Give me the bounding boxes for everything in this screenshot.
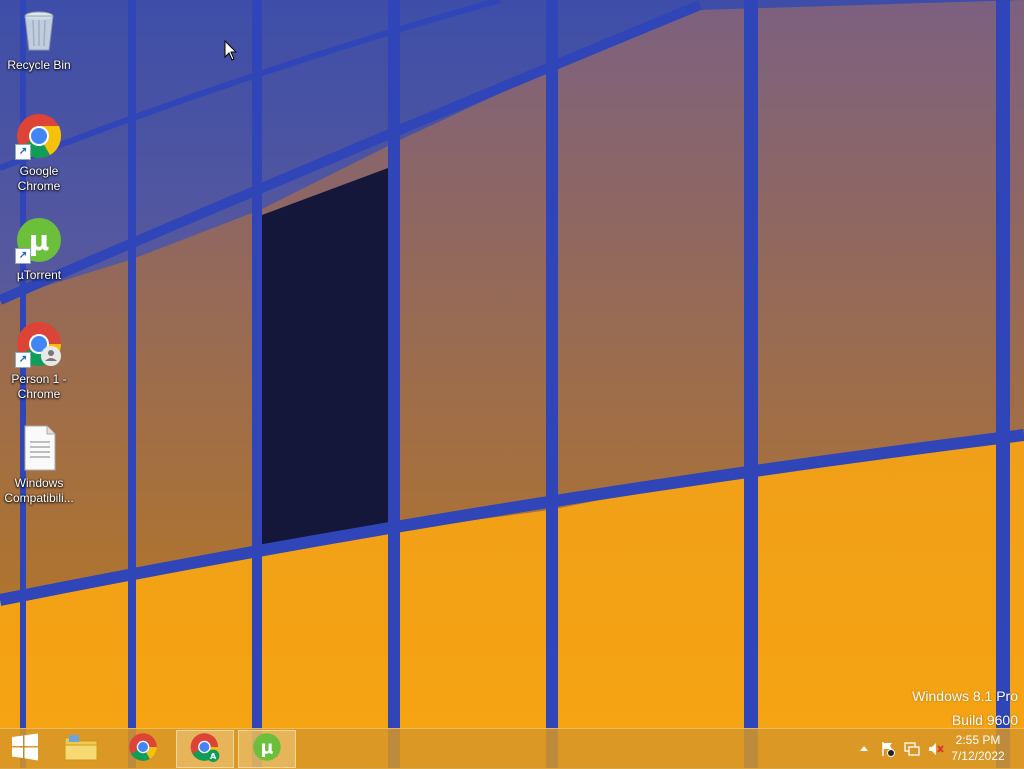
system-tray: 2:55 PM 7/12/2022 (844, 729, 1024, 769)
volume-muted-icon[interactable] (928, 741, 944, 757)
recycle-bin-icon (15, 6, 63, 54)
chrome-icon (128, 732, 158, 767)
taskbar-clock[interactable]: 2:55 PM 7/12/2022 (948, 732, 1008, 764)
taskbar-app-google-chrome[interactable] (114, 730, 172, 768)
svg-text:µ: µ (261, 738, 274, 758)
taskbar: A µ 2:55 PM 7/12/2022 (0, 728, 1024, 769)
desktop-icon-label: Windows Compatibili... (4, 476, 74, 505)
shortcut-arrow-icon: ↗ (15, 248, 31, 264)
taskbar-app-chrome-person[interactable]: A (176, 730, 234, 768)
network-icon[interactable] (904, 741, 920, 757)
chrome-person-icon: A (189, 732, 221, 767)
os-watermark: Windows 8.1 Pro Build 9600 (912, 684, 1018, 732)
desktop-icon-windows-compatibility[interactable]: Windows Compatibili... (0, 424, 78, 506)
desktop-icon-label: Recycle Bin (7, 58, 71, 72)
show-hidden-icons-arrow[interactable] (856, 741, 872, 757)
desktop-icon-label: Person 1 - Chrome (11, 372, 67, 401)
mouse-cursor-icon (224, 39, 238, 67)
svg-text:µ: µ (29, 224, 50, 257)
folder-icon (64, 733, 98, 766)
utorrent-icon: µ (252, 732, 282, 767)
desktop-icon-utorrent[interactable]: µ ↗ µTorrent (0, 216, 78, 283)
action-center-flag-icon[interactable] (880, 741, 896, 757)
desktop-icon-label: Google Chrome (17, 164, 61, 193)
chrome-person-icon: ↗ (15, 320, 63, 368)
svg-text:A: A (210, 750, 217, 760)
clock-time: 2:55 PM (955, 733, 1001, 747)
desktop-icon-person-1-chrome[interactable]: ↗ Person 1 - Chrome (0, 320, 78, 402)
desktop-wallpaper (0, 0, 1024, 768)
clock-date: 7/12/2022 (951, 749, 1005, 763)
start-button[interactable] (0, 729, 50, 769)
windows-logo-icon (11, 733, 39, 766)
shortcut-arrow-icon: ↗ (15, 352, 31, 368)
utorrent-icon: µ ↗ (15, 216, 63, 264)
desktop-icon-google-chrome[interactable]: ↗ Google Chrome (0, 112, 78, 194)
taskbar-app-utorrent[interactable]: µ (238, 730, 296, 768)
shortcut-arrow-icon: ↗ (15, 144, 31, 160)
desktop-icon-label: µTorrent (16, 268, 62, 282)
text-document-icon (15, 424, 63, 472)
desktop-icon-recycle-bin[interactable]: Recycle Bin (0, 6, 78, 73)
chrome-icon: ↗ (15, 112, 63, 160)
taskbar-app-file-explorer[interactable] (52, 730, 110, 768)
os-edition: Windows 8.1 Pro (912, 688, 1018, 704)
